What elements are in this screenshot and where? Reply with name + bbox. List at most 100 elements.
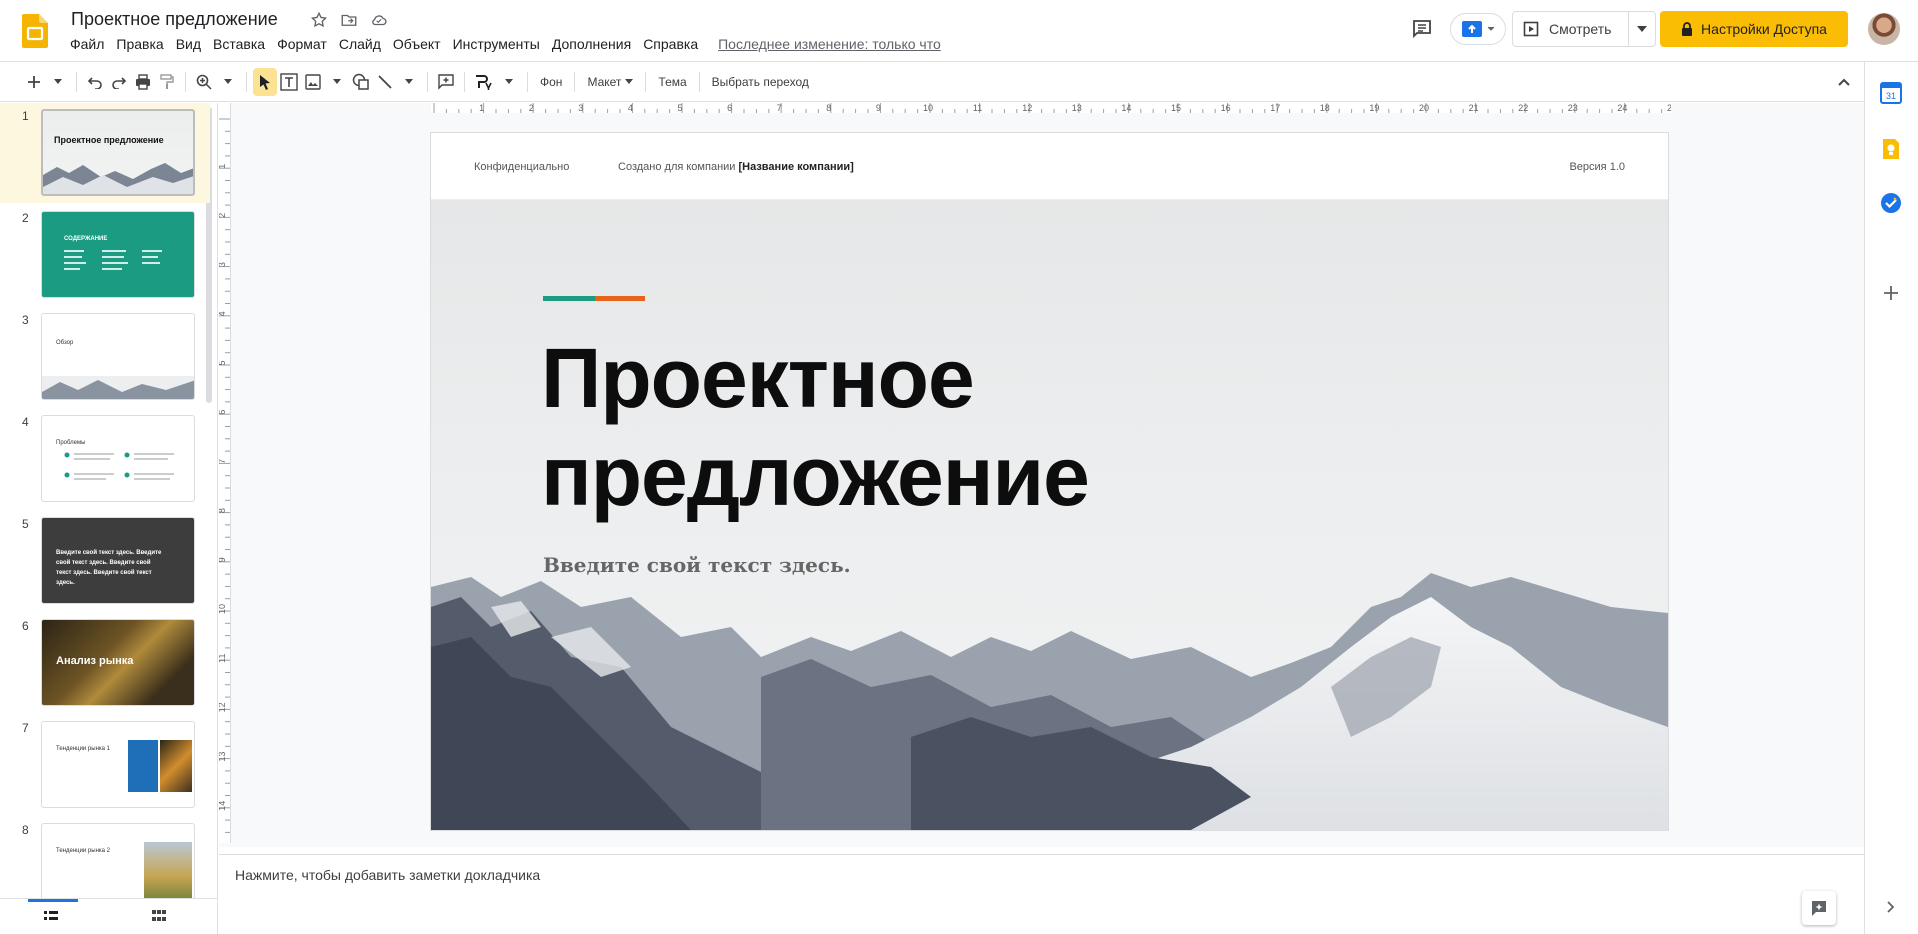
filmstrip-slide-3[interactable]: 3 Обзор: [0, 307, 210, 407]
input-tools-dropdown[interactable]: [497, 68, 521, 96]
insert-image-button[interactable]: [301, 68, 325, 96]
shape-button[interactable]: [349, 68, 373, 96]
version-label[interactable]: Версия 1.0: [1569, 161, 1625, 173]
paint-format-button[interactable]: [155, 68, 179, 96]
prepared-for-label[interactable]: Создано для компании [Название компании]: [618, 161, 854, 173]
menu-help[interactable]: Справка: [637, 36, 704, 52]
horizontal-ruler[interactable]: 1 2 3 4 5 6 7 8 9 10 11 12 13 14 15 16 17 18 19 20 21 22 23 24 2…: [431, 103, 1671, 113]
comment-history-icon[interactable]: [1410, 17, 1434, 41]
filmstrip-slide-2[interactable]: 2 СОДЕРЖАНИЕ: [0, 205, 210, 305]
ruler-tick-label: 1: [479, 103, 484, 113]
filmstrip-slide-1[interactable]: 1 Проектное предложение: [0, 103, 210, 203]
tasks-icon[interactable]: [1880, 192, 1902, 214]
slide-number: 7: [22, 721, 29, 735]
move-folder-icon[interactable]: [339, 10, 359, 30]
line-dropdown[interactable]: [397, 68, 421, 96]
ruler-tick-label: 8: [219, 508, 227, 513]
collapse-menus-icon[interactable]: [1834, 72, 1854, 92]
menu-addons[interactable]: Дополнения: [546, 36, 637, 52]
ruler-tick-label: 19: [1369, 103, 1379, 113]
menu-file[interactable]: Файл: [64, 36, 110, 52]
explore-button[interactable]: [1802, 891, 1836, 925]
speaker-notes-panel[interactable]: Нажмите, чтобы добавить заметки докладчи…: [219, 855, 1864, 934]
caret-down-icon: [405, 79, 413, 84]
add-addon-icon[interactable]: [1880, 282, 1902, 304]
layout-button[interactable]: Макет: [581, 68, 639, 96]
zoom-dropdown[interactable]: [216, 68, 240, 96]
star-icon[interactable]: [309, 10, 329, 30]
filmstrip-slide-6[interactable]: 6 Анализ рынка: [0, 613, 210, 713]
filmstrip-view-icon[interactable]: [42, 907, 62, 927]
share-button[interactable]: Настройки Доступа: [1660, 11, 1848, 47]
theme-button[interactable]: Тема: [652, 68, 692, 96]
ruler-tick-label: 2: [529, 103, 534, 113]
redo-button[interactable]: [107, 68, 131, 96]
background-button[interactable]: Фон: [534, 68, 568, 96]
print-button[interactable]: [131, 68, 155, 96]
notes-resize-handle[interactable]: [219, 847, 1864, 855]
cloud-status-icon[interactable]: [369, 10, 389, 30]
filmstrip-slide-4[interactable]: 4 Проблемы: [0, 409, 210, 509]
ruler-tick-label: 3: [578, 103, 583, 113]
ruler-tick-label: 11: [973, 103, 982, 113]
speaker-notes-placeholder[interactable]: Нажмите, чтобы добавить заметки докладчи…: [235, 867, 540, 883]
slides-logo-icon[interactable]: [22, 14, 48, 48]
slideshow-main-button[interactable]: Смотреть: [1513, 12, 1630, 46]
present-to-meeting-button[interactable]: [1450, 13, 1506, 45]
menu-object[interactable]: Объект: [387, 36, 447, 52]
user-avatar[interactable]: [1868, 13, 1900, 45]
transition-button[interactable]: Выбрать переход: [706, 68, 815, 96]
menu-edit[interactable]: Правка: [110, 36, 169, 52]
prepared-for-text: Создано для компании: [618, 161, 739, 173]
slideshow-dropdown-button[interactable]: [1629, 12, 1655, 46]
thumbnail-title: Проблемы: [56, 440, 86, 446]
document-title[interactable]: Проектное предложение: [71, 9, 278, 30]
menu-view[interactable]: Вид: [170, 36, 207, 52]
svg-text:31: 31: [1886, 91, 1896, 101]
insert-image-dropdown[interactable]: [325, 68, 349, 96]
grid-view-icon[interactable]: [150, 907, 170, 927]
slide-thumbnail[interactable]: Введите свой текст здесь. Введите свой т…: [41, 517, 195, 604]
slide-thumbnail[interactable]: Тенденции рынка 1: [41, 721, 195, 808]
calendar-icon[interactable]: 31: [1880, 82, 1902, 104]
filmstrip-slide-7[interactable]: 7 Тенденции рынка 1: [0, 715, 210, 815]
zoom-button[interactable]: [192, 68, 216, 96]
new-slide-layout-dropdown[interactable]: [46, 68, 70, 96]
new-slide-button[interactable]: [22, 68, 46, 96]
slide-title[interactable]: Проектное предложение: [541, 329, 1090, 525]
add-comment-button[interactable]: [434, 68, 458, 96]
confidential-label[interactable]: Конфиденциально: [474, 161, 569, 173]
menu-slide[interactable]: Слайд: [333, 36, 387, 52]
caret-down-icon: [224, 79, 232, 84]
lock-icon: [1682, 22, 1693, 36]
menu-insert[interactable]: Вставка: [207, 36, 271, 52]
slide-thumbnail[interactable]: СОДЕРЖАНИЕ: [41, 211, 195, 298]
ruler-tick-label: 14: [1121, 103, 1131, 113]
last-edit-link[interactable]: Последнее изменение: только что: [718, 36, 941, 52]
layout-label: Макет: [587, 74, 622, 89]
ruler-tick-label: 20: [1419, 103, 1429, 113]
slide-editor[interactable]: Конфиденциально Создано для компании [На…: [431, 133, 1668, 830]
slide-thumbnail[interactable]: Проектное предложение: [41, 109, 195, 196]
menu-tools[interactable]: Инструменты: [447, 36, 546, 52]
menu-bar: Файл Правка Вид Вставка Формат Слайд Объ…: [64, 36, 941, 52]
keep-icon[interactable]: [1880, 138, 1902, 160]
slide-thumbnail[interactable]: Анализ рынка: [41, 619, 195, 706]
accent-bar-orange: [595, 296, 645, 301]
line-button[interactable]: [373, 68, 397, 96]
filmstrip-slide-5[interactable]: 5 Введите свой текст здесь. Введите свой…: [0, 511, 210, 611]
select-tool-button[interactable]: [253, 67, 277, 96]
slide-thumbnail[interactable]: Проблемы: [41, 415, 195, 502]
undo-button[interactable]: [83, 68, 107, 96]
slide-thumbnail[interactable]: Обзор: [41, 313, 195, 400]
zoom-icon: [196, 74, 212, 90]
expand-side-panel-icon[interactable]: [1880, 896, 1902, 918]
text-box-button[interactable]: [277, 68, 301, 96]
menu-format[interactable]: Формат: [271, 36, 333, 52]
slides-app: Проектное предложение Файл Правка Вид Вс…: [0, 0, 1918, 934]
vertical-ruler[interactable]: 1234567891011121314: [219, 103, 231, 843]
accent-bar[interactable]: [543, 296, 645, 301]
input-tools-button[interactable]: [471, 68, 497, 96]
filmstrip-slide-8[interactable]: 8 Тенденции рынка 2: [0, 817, 210, 898]
slide-thumbnail[interactable]: Тенденции рынка 2: [41, 823, 195, 898]
